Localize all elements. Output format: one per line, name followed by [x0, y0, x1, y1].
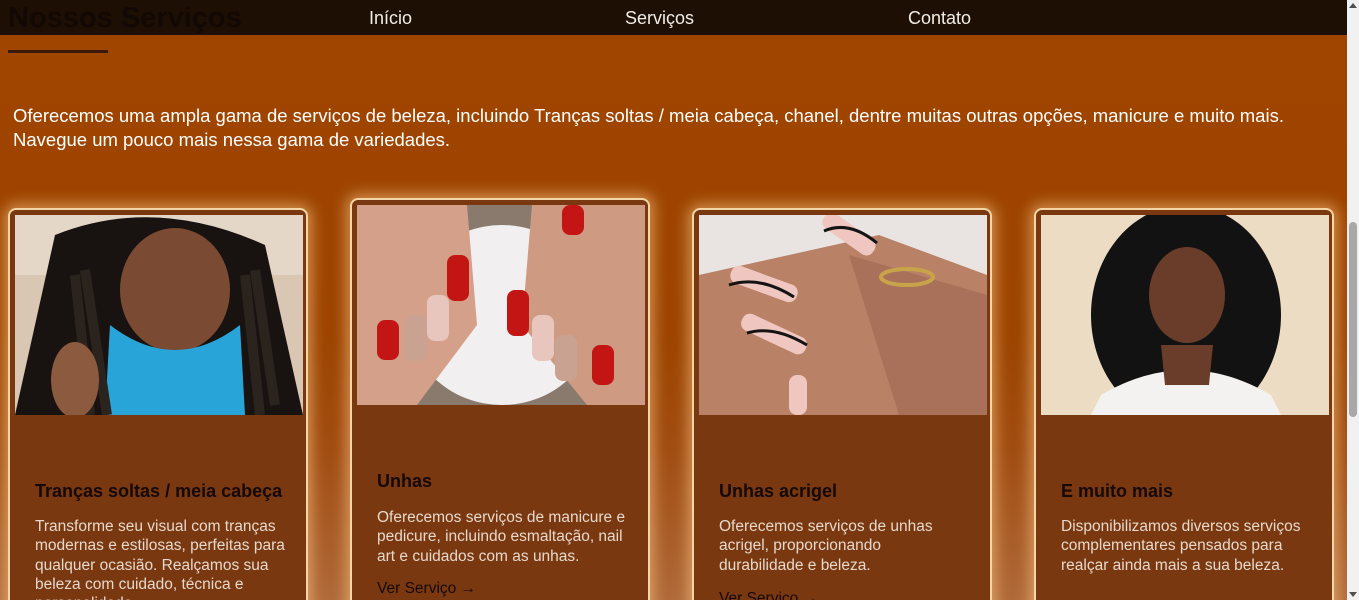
card-image-acrigel — [699, 215, 987, 415]
card-title: Unhas acrigel — [719, 481, 838, 501]
card-description: Oferecemos serviços de unhas acrigel, pr… — [719, 518, 933, 574]
card-title: Tranças soltas / meia cabeça — [35, 481, 283, 501]
ver-servico-link[interactable]: Ver Serviço → — [377, 580, 476, 598]
service-card-unhas[interactable]: Unhas Oferecemos serviços de manicure e … — [350, 198, 650, 600]
service-card-acrigel[interactable]: Unhas acrigel Oferecemos serviços de unh… — [692, 208, 992, 600]
card-title: E muito mais — [1061, 481, 1174, 501]
ver-servico-link[interactable]: Ver Serviço → — [719, 590, 818, 600]
section-title: Nossos Serviços — [8, 2, 242, 34]
card-description: Oferecemos serviços de manicure e pedicu… — [377, 509, 626, 565]
nav-link-contato[interactable]: Contato — [908, 8, 971, 29]
service-card-trancas[interactable]: Tranças soltas / meia cabeça Transforme … — [8, 208, 308, 600]
section-intro: Oferecemos uma ampla gama de serviços de… — [13, 105, 1284, 150]
card-image-unhas — [357, 205, 645, 405]
nav-link-servicos[interactable]: Serviços — [625, 8, 694, 29]
service-card-muito-mais[interactable]: E muito mais Disponibilizamos diversos s… — [1034, 208, 1334, 600]
card-description: Disponibilizamos diversos serviços compl… — [1061, 518, 1301, 574]
card-image-muito-mais — [1041, 215, 1329, 415]
nav-link-inicio[interactable]: Início — [369, 8, 412, 29]
scroll-thumb[interactable] — [1349, 222, 1357, 417]
scroll-down-arrow-icon[interactable] — [1349, 592, 1357, 597]
scroll-up-arrow-icon[interactable] — [1349, 3, 1357, 8]
vertical-scrollbar[interactable] — [1347, 0, 1359, 600]
card-description: Transforme seu visual com tranças modern… — [35, 518, 285, 600]
card-image-trancas — [15, 215, 303, 415]
title-underline — [8, 50, 108, 53]
card-title: Unhas — [377, 471, 433, 491]
